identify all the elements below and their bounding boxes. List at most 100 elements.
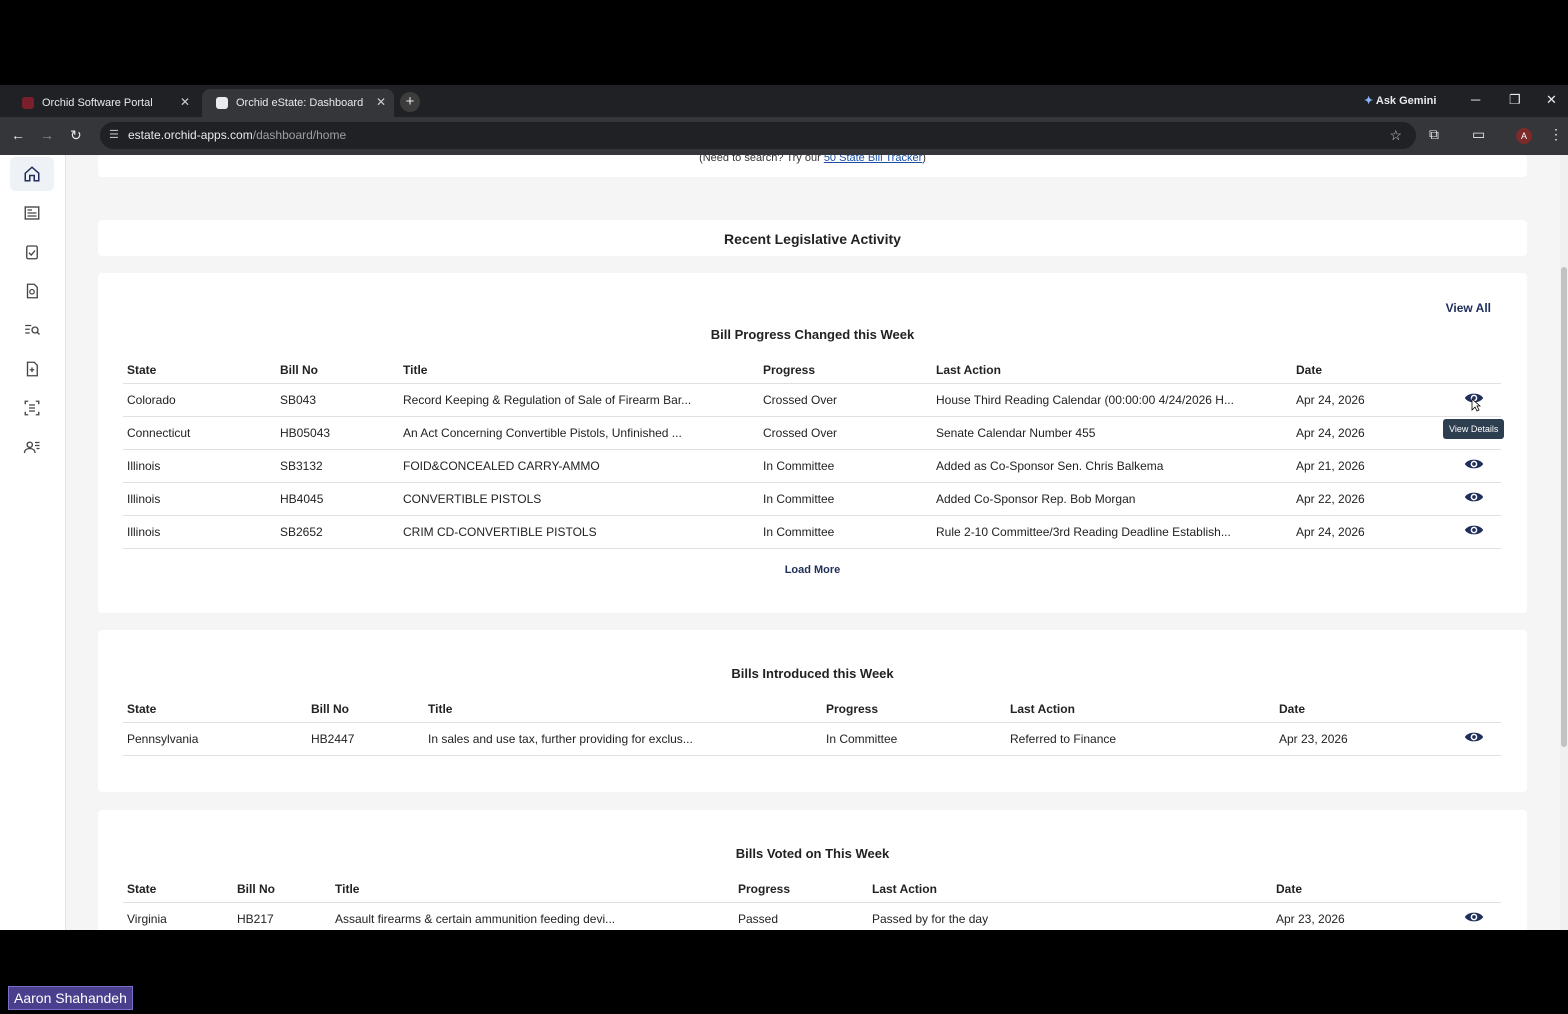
bill-progress-card: View All Bill Progress Changed this Week…	[98, 273, 1527, 613]
new-tab-button[interactable]: +	[400, 92, 420, 112]
nav-document-search[interactable]	[10, 274, 54, 308]
left-nav-sidebar	[0, 155, 66, 930]
view-details-button[interactable]	[1442, 482, 1501, 516]
state-cell: Illinois	[123, 449, 276, 483]
bills-introduced-title: Bills Introduced this Week	[731, 666, 894, 681]
title-cell: In sales and use tax, further providing …	[424, 722, 822, 756]
view-details-button[interactable]	[1442, 902, 1501, 930]
minimize-icon[interactable]: ─	[1471, 92, 1480, 107]
tab-orchid-estate-dashboard[interactable]: Orchid eState: Dashboard ✕	[202, 89, 394, 117]
view-all-link[interactable]: View All	[1446, 301, 1491, 315]
view-details-button[interactable]	[1442, 515, 1501, 549]
title-cell: CONVERTIBLE PISTOLS	[399, 482, 759, 516]
col-header-actions	[1442, 696, 1501, 723]
nav-list-search[interactable]	[10, 313, 54, 347]
extensions-icon[interactable]: ⧉	[1429, 126, 1439, 143]
close-window-icon[interactable]: ✕	[1546, 92, 1557, 108]
list-search-icon	[25, 324, 40, 335]
scan-document-icon	[24, 400, 40, 416]
bills-introduced-table: State Bill No Title Progress Last Action…	[123, 696, 1501, 756]
table-row: Connecticut HB05043 An Act Concerning Conv…	[123, 416, 1501, 450]
clipboard-check-icon	[26, 245, 38, 260]
title-cell: Assault firearms & certain ammunition fe…	[331, 902, 734, 930]
scrollbar-thumb[interactable]	[1561, 267, 1567, 747]
file-add-icon	[26, 361, 38, 377]
table-row: Illinois SB2652 CRIM CD-CONVERTIBLE PISTOL…	[123, 515, 1501, 549]
last-action-cell: Added Co-Sponsor Rep. Bob Morgan	[932, 482, 1292, 516]
menu-kebab-icon[interactable]: ⋮	[1549, 126, 1563, 143]
progress-cell: Passed	[734, 902, 868, 930]
table-header-row: State Bill No Title Progress Last Action…	[123, 876, 1501, 903]
title-cell: FOID&CONCEALED CARRY-AMMO	[399, 449, 759, 483]
gemini-sparkle-icon: ✦	[1364, 95, 1374, 107]
col-header: Bill No	[276, 357, 399, 384]
col-header-actions	[1442, 357, 1501, 384]
nav-home[interactable]	[10, 157, 54, 191]
users-icon	[23, 441, 40, 454]
bill-no-cell: HB2447	[307, 722, 424, 756]
col-header: Date	[1275, 696, 1442, 723]
view-details-button[interactable]	[1442, 722, 1501, 756]
view-details-eye-icon	[1464, 525, 1484, 535]
bookmark-star-icon[interactable]: ☆	[1389, 122, 1402, 149]
col-header: State	[123, 876, 233, 903]
ask-gemini-label: Ask Gemini	[1375, 95, 1437, 107]
nav-add-file[interactable]	[10, 352, 54, 386]
reload-icon[interactable]: ↻	[70, 127, 82, 144]
bill-progress-title: Bill Progress Changed this Week	[710, 327, 915, 342]
bill-no-cell: HB217	[233, 902, 331, 930]
screen-top-letterbox	[0, 0, 1568, 85]
screen-bottom-letterbox	[0, 930, 1568, 1014]
side-panel-icon[interactable]: ▭	[1472, 126, 1485, 143]
bill-no-cell: SB2652	[276, 515, 399, 549]
state-cell: Virginia	[123, 902, 233, 930]
load-more-button[interactable]: Load More	[98, 564, 1527, 576]
state-cell: Pennsylvania	[123, 722, 307, 756]
close-tab-icon[interactable]: ✕	[180, 95, 190, 109]
nav-users[interactable]	[10, 430, 54, 464]
date-cell: Apr 23, 2026	[1272, 902, 1442, 930]
close-tab-icon[interactable]: ✕	[376, 95, 386, 109]
nav-scan[interactable]	[10, 391, 54, 425]
restore-icon[interactable]: ❐	[1509, 92, 1521, 108]
col-header: Progress	[822, 696, 1006, 723]
title-cell: Record Keeping & Regulation of Sale of F…	[399, 383, 759, 417]
progress-cell: Crossed Over	[759, 416, 932, 450]
col-header: Last Action	[1006, 696, 1275, 723]
tab-strip: Orchid Software Portal ✕ Orchid eState: …	[0, 85, 1568, 117]
col-header: Progress	[734, 876, 868, 903]
50-state-bill-tracker-link[interactable]: 50 State Bill Tracker	[824, 155, 922, 164]
ask-gemini-button[interactable]: ✦ Ask Gemini	[1358, 93, 1442, 111]
view-details-button[interactable]	[1442, 449, 1501, 483]
col-header: Title	[331, 876, 734, 903]
col-header: Last Action	[932, 357, 1292, 384]
page-scrollbar[interactable]	[1560, 155, 1568, 930]
col-header: State	[123, 696, 307, 723]
nav-tasks[interactable]	[10, 235, 54, 269]
date-cell: Apr 24, 2026	[1292, 416, 1442, 450]
table-row: Virginia HB217 Assault firearms & certain …	[123, 902, 1501, 930]
address-bar[interactable]: ☰ estate.orchid-apps.com/dashboard/home …	[100, 122, 1416, 149]
forward-arrow-icon[interactable]: →	[40, 127, 54, 143]
col-header: State	[123, 357, 276, 384]
url-path: /dashboard/home	[252, 128, 347, 142]
view-details-eye-icon	[1464, 912, 1484, 922]
estate-favicon-icon	[216, 97, 228, 109]
search-note: (Need to search? Try our 50 State Bill T…	[98, 155, 1527, 164]
date-cell: Apr 23, 2026	[1275, 722, 1442, 756]
view-details-eye-icon	[1464, 459, 1484, 469]
view-details-tooltip: View Details	[1443, 419, 1505, 439]
profile-avatar[interactable]: A	[1516, 128, 1532, 144]
tab-orchid-software-portal[interactable]: Orchid Software Portal ✕	[8, 89, 198, 117]
back-arrow-icon[interactable]: ←	[11, 127, 25, 143]
bills-voted-title: Bills Voted on This Week	[735, 846, 890, 861]
table-header-row: State Bill No Title Progress Last Action…	[123, 357, 1501, 384]
search-note-suffix: )	[922, 155, 926, 164]
col-header: Title	[399, 357, 759, 384]
site-settings-icon[interactable]: ☰	[109, 122, 119, 149]
last-action-cell: Senate Calendar Number 455	[932, 416, 1292, 450]
nav-news[interactable]	[10, 196, 54, 230]
title-cell: An Act Concerning Convertible Pistols, U…	[399, 416, 759, 450]
col-header: Last Action	[868, 876, 1272, 903]
col-header: Date	[1292, 357, 1442, 384]
